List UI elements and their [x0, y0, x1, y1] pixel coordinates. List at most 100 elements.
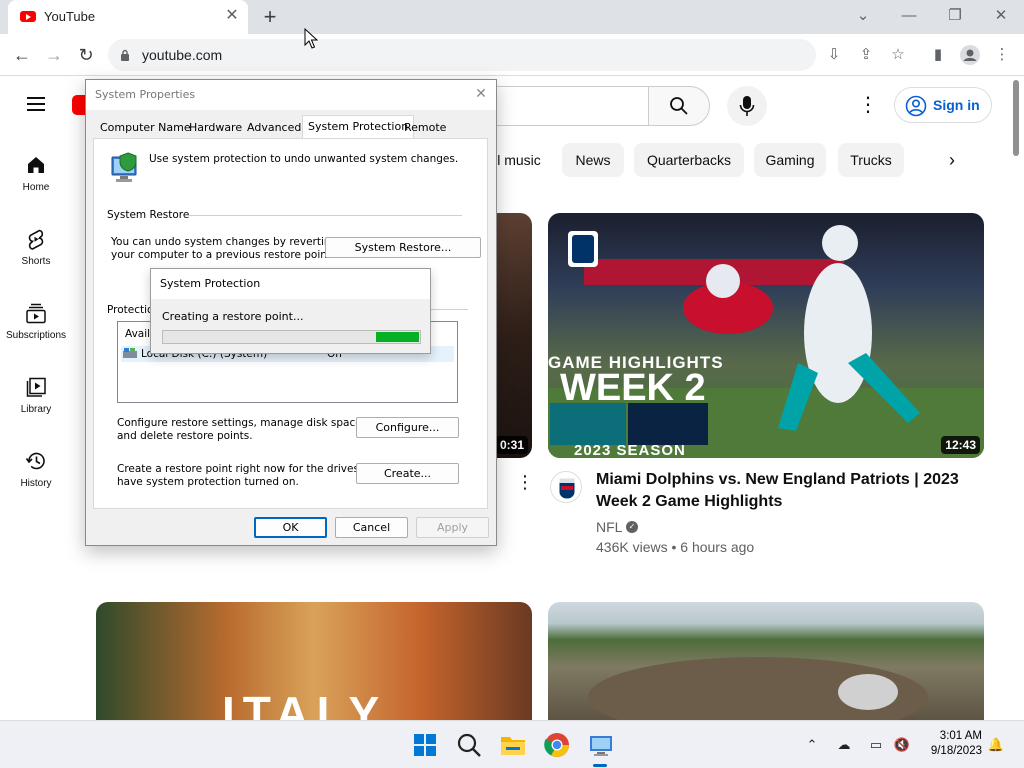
url-text: youtube.com [142, 47, 223, 63]
sidebar-item-home[interactable]: Home [0, 154, 72, 193]
sidebar-item-label: History [20, 478, 52, 489]
sidebar-item-history[interactable]: History [0, 450, 72, 489]
video-thumbnail[interactable]: ITALY [96, 602, 532, 720]
hamburger-menu-icon[interactable] [27, 97, 45, 111]
tab-close-icon[interactable]: ✕ [222, 6, 242, 26]
video-thumbnail[interactable]: GAME HIGHLIGHTS WEEK 2 2023 SEASON 12:43 [548, 213, 984, 458]
tab-advanced[interactable]: Advanced [242, 117, 306, 138]
progress-bar [162, 330, 421, 344]
clock-time: 3:01 AM [939, 730, 982, 742]
tab-computer-name[interactable]: Computer Name [95, 117, 196, 138]
folder-icon [501, 737, 525, 755]
profile-avatar-icon[interactable] [958, 43, 982, 67]
settings-kebab-icon[interactable]: ⋮ [858, 92, 878, 118]
thumbnail-text-week: WEEK 2 [560, 367, 706, 409]
chip-quarterbacks[interactable]: Quarterbacks [634, 143, 744, 177]
reload-button[interactable]: ↻ [74, 43, 98, 67]
chrome-icon [544, 733, 569, 758]
windows-taskbar: ⌃ ☁ ▭ 🔇 3:01 AM 9/18/2023 🔔 [0, 720, 1024, 768]
taskbar-clock[interactable]: 3:01 AM 9/18/2023 [912, 729, 982, 759]
onedrive-offline-icon[interactable]: ☁ [834, 735, 854, 755]
tab-remote[interactable]: Remote [399, 117, 451, 138]
install-app-icon[interactable]: ⇩ [822, 43, 846, 67]
back-button[interactable]: ← [10, 43, 34, 67]
sidebar-item-subscriptions[interactable]: Subscriptions [0, 302, 72, 341]
search-button[interactable] [648, 86, 710, 126]
bookmark-star-icon[interactable]: ☆ [886, 43, 910, 67]
browser-menu-icon[interactable]: ⋮ [990, 43, 1014, 67]
network-icon[interactable]: ▭ [866, 735, 886, 755]
clock-date: 9/18/2023 [930, 745, 982, 757]
configure-description-line-2: and delete restore points. [117, 430, 253, 442]
dialog-titlebar[interactable]: System Properties ✕ [86, 80, 496, 110]
thumbnail-text-italy: ITALY [222, 687, 388, 720]
minimize-button[interactable]: — [894, 4, 924, 28]
ok-button[interactable]: OK [254, 517, 327, 538]
aerial-field-image [588, 657, 928, 720]
file-explorer-button[interactable] [498, 730, 528, 760]
browser-tab-youtube[interactable]: YouTube ✕ [8, 0, 248, 34]
close-window-button[interactable]: ✕ [986, 4, 1016, 28]
tab-title: YouTube [44, 9, 96, 24]
restore-description-line-2: your computer to a previous restore poin… [111, 249, 335, 261]
new-tab-button[interactable]: + [258, 5, 282, 29]
volume-muted-icon[interactable]: 🔇 [892, 735, 912, 755]
system-properties-taskbar-button[interactable] [586, 730, 616, 760]
show-hidden-icons-chevron-icon[interactable]: ⌃ [802, 735, 822, 755]
lock-icon [121, 49, 129, 61]
browser-toolbar: ← → ↻ youtube.com ⇩ ⇪ ☆ ▮ ⋮ [0, 34, 1024, 76]
cancel-button[interactable]: Cancel [335, 517, 408, 538]
chips-next-chevron-icon[interactable]: › [940, 148, 964, 172]
create-description-line-2: have system protection turned on. [117, 476, 299, 488]
address-bar[interactable]: youtube.com [108, 39, 816, 71]
sidebar-item-shorts[interactable]: Shorts [0, 228, 72, 267]
start-button[interactable] [410, 730, 440, 760]
sidebar-item-library[interactable]: Library [0, 376, 72, 415]
progress-bar-fill [375, 332, 419, 342]
chrome-button[interactable] [542, 730, 572, 760]
tab-search-chevron-icon[interactable]: ⌄ [848, 4, 878, 28]
create-button[interactable]: Create... [356, 463, 459, 484]
sidebar-item-label: Library [20, 404, 52, 415]
video-meta: 436K views • 6 hours ago [596, 539, 755, 555]
progress-dialog-titlebar[interactable]: System Protection [151, 269, 430, 299]
subscriptions-icon [26, 303, 46, 324]
chip-trucks[interactable]: Trucks [838, 143, 904, 177]
forward-button[interactable]: → [42, 43, 66, 67]
system-restore-group-label: System Restore [107, 209, 190, 221]
video-options-kebab-icon[interactable]: ⋮ [516, 470, 534, 494]
apply-button[interactable]: Apply [416, 517, 489, 538]
football-players-image [548, 225, 984, 458]
create-description-line-1: Create a restore point right now for the… [117, 463, 384, 475]
system-restore-button[interactable]: System Restore... [325, 237, 481, 258]
taskbar-search-button[interactable] [454, 730, 484, 760]
search-icon [457, 733, 481, 757]
voice-search-button[interactable] [727, 86, 767, 126]
sidebar-item-label: Subscriptions [5, 330, 67, 341]
channel-avatar[interactable] [550, 471, 582, 503]
progress-message: Creating a restore point... [162, 310, 304, 323]
tab-system-protection[interactable]: System Protection [302, 115, 415, 139]
chip-gaming[interactable]: Gaming [754, 143, 826, 177]
drive-icon [123, 348, 137, 358]
configure-button[interactable]: Configure... [356, 417, 459, 438]
intro-text: Use system protection to undo unwanted s… [149, 153, 459, 165]
notifications-bell-icon[interactable]: 🔔 [986, 735, 1006, 755]
dialog-close-button[interactable]: ✕ [472, 85, 490, 103]
chip-news[interactable]: News [562, 143, 624, 177]
side-panel-icon[interactable]: ▮ [926, 43, 950, 67]
share-icon[interactable]: ⇪ [854, 43, 878, 67]
restore-button[interactable]: ❐ [940, 4, 970, 28]
group-divider [186, 215, 462, 216]
sign-in-button[interactable]: Sign in [894, 87, 992, 123]
video-thumbnail[interactable] [548, 602, 984, 720]
tab-hardware[interactable]: Hardware [184, 117, 247, 138]
search-input[interactable] [496, 86, 648, 126]
progress-dialog-title: System Protection [160, 277, 261, 290]
channel-name[interactable]: NFL [596, 519, 622, 535]
video-title[interactable]: Miami Dolphins vs. New England Patriots … [596, 469, 966, 513]
sign-in-label: Sign in [933, 97, 980, 113]
video-duration: 12:43 [941, 436, 980, 454]
page-scrollbar[interactable] [1013, 80, 1019, 156]
chip-music[interactable]: l music [488, 143, 550, 177]
